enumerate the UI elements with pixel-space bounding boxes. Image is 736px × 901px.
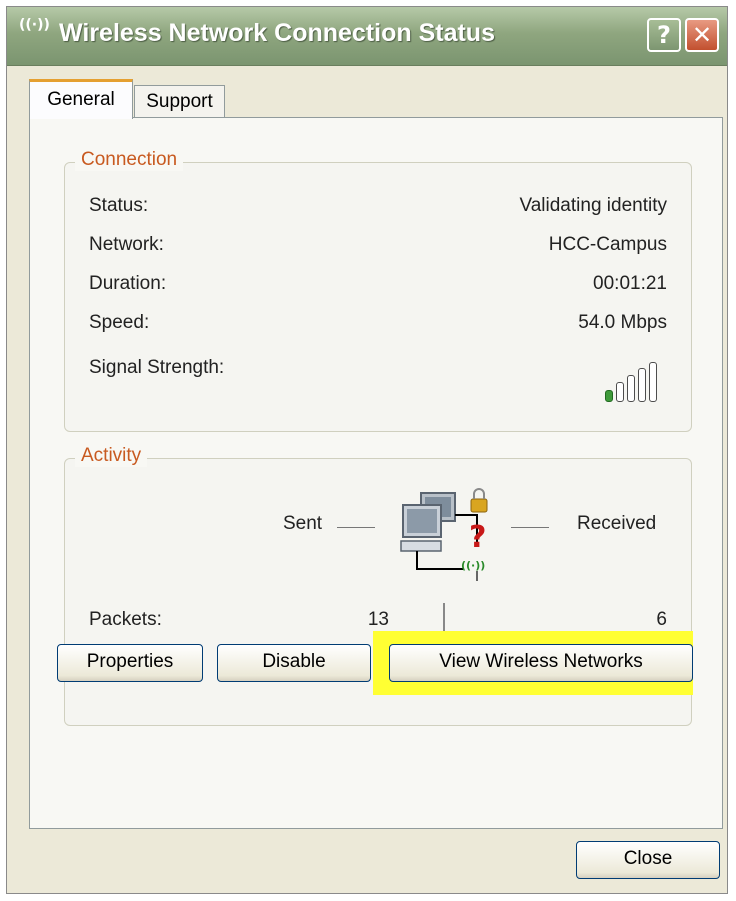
signal-bar-1 [605,390,613,402]
status-row: Status: Validating identity [89,195,691,223]
sent-line [337,527,375,528]
connection-legend: Connection [75,149,184,171]
title-bar[interactable]: ((·)) Wireless Network Connection Status… [7,7,727,66]
question-mark-icon: ? [657,21,671,49]
duration-value: 00:01:21 [593,273,667,294]
signal-bar-3 [627,375,635,402]
help-button[interactable]: ? [647,18,681,52]
signal-row: Signal Strength: [89,357,691,405]
speed-value: 54.0 Mbps [578,312,667,333]
packets-sent-value: 13 [367,609,389,630]
signal-bar-4 [638,368,646,402]
signal-strength-icon [605,362,665,402]
wifi-signal-icon: ((·)) [461,559,485,572]
view-wireless-networks-button[interactable]: View Wireless Networks [389,644,693,682]
status-label: Status: [89,195,149,216]
svg-text:?: ? [469,520,486,555]
close-icon: ✕ [691,21,713,49]
status-value: Validating identity [519,195,667,216]
general-panel: Connection Status: Validating identity N… [29,117,723,829]
signal-label: Signal Strength: [89,357,225,378]
properties-button[interactable]: Properties [57,644,203,682]
signal-bar-2 [616,382,624,402]
speed-label: Speed: [89,312,150,333]
received-label: Received [577,513,657,534]
sent-label: Sent [283,513,323,534]
network-row: Network: HCC-Campus [89,234,691,262]
signal-bar-5 [649,362,657,402]
disable-button[interactable]: Disable [217,644,371,682]
wireless-icon: ((·)) [19,17,50,33]
tab-general[interactable]: General [29,79,133,119]
close-button[interactable]: Close [576,841,720,879]
speed-row: Speed: 54.0 Mbps [89,312,691,340]
status-dialog: ((·)) Wireless Network Connection Status… [6,6,728,894]
packets-received-value: 6 [656,609,667,630]
connection-group: Connection Status: Validating identity N… [64,149,692,432]
network-computers-icon: ? ((·)) [400,488,488,581]
activity-legend: Activity [75,445,148,467]
network-label: Network: [89,234,164,255]
packets-label: Packets: [89,609,162,630]
duration-row: Duration: 00:01:21 [89,273,691,301]
tab-support[interactable]: Support [134,85,225,119]
duration-label: Duration: [89,273,167,294]
received-line [511,527,549,528]
close-window-button[interactable]: ✕ [685,18,719,52]
network-value: HCC-Campus [548,234,667,255]
window-title: Wireless Network Connection Status [59,19,495,47]
